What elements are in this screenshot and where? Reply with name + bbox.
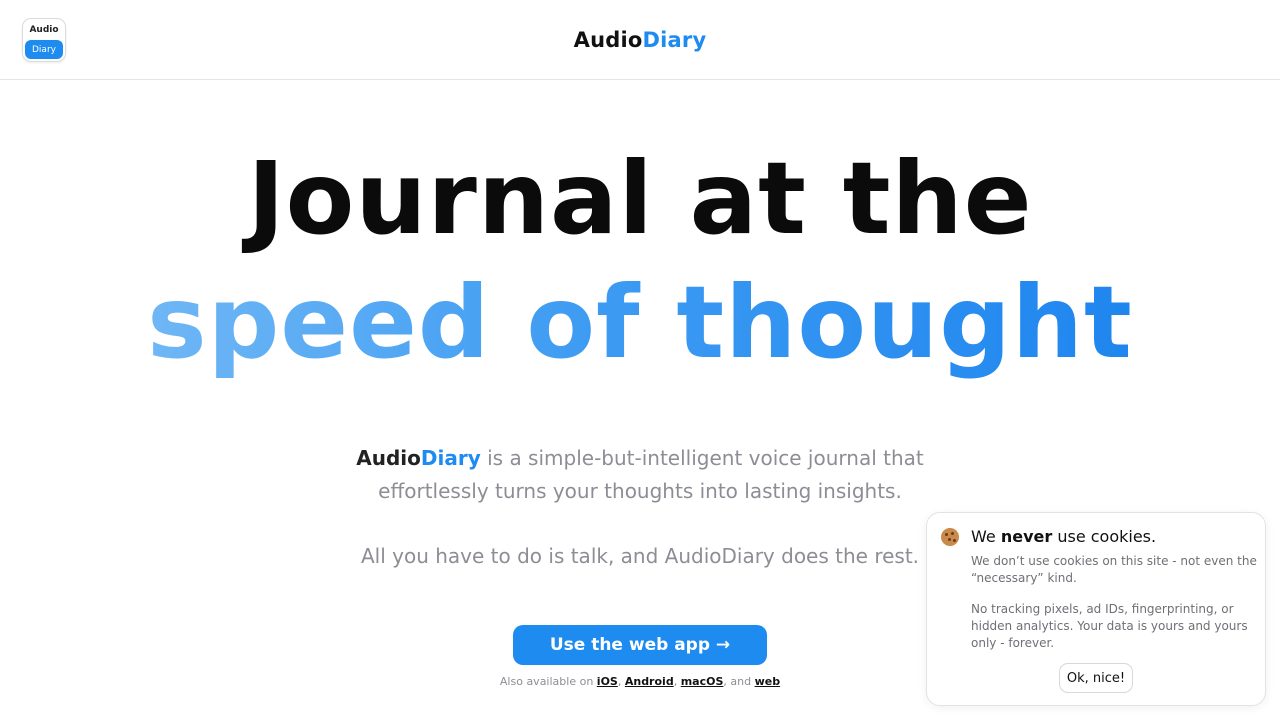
cookie-ok-button[interactable]: Ok, nice!	[1059, 663, 1133, 693]
platforms-prefix: Also available on	[499, 675, 594, 688]
cookie-title-bold: never	[1000, 527, 1053, 546]
brand-audio: Audio	[573, 28, 643, 52]
hero-headline-gradient: speed of thought	[147, 264, 1133, 381]
desc-brand-audio: Audio	[356, 446, 421, 470]
macos-link[interactable]: macOS	[681, 675, 724, 688]
ios-link[interactable]: iOS	[597, 675, 618, 688]
cookie-text-2: No tracking pixels, ad IDs, fingerprinti…	[971, 602, 1248, 650]
hero-headline-line1: Journal at the	[247, 140, 1033, 257]
desc-brand-diary: Diary	[420, 446, 481, 470]
site-header: Audio Diary AudioDiary	[0, 0, 1280, 80]
platforms-and: and	[730, 675, 752, 688]
cookie-text-1: We don’t use cookies on this site - not …	[971, 554, 1257, 585]
cookie-title-pre: We	[971, 527, 996, 546]
hero-headline-line2: speed of thought	[0, 264, 1280, 382]
cookie-title: We never use cookies.	[971, 527, 1156, 546]
web-link[interactable]: web	[755, 675, 781, 688]
cookie-title-post: use cookies.	[1057, 527, 1157, 546]
brand-wordmark[interactable]: AudioDiary	[0, 28, 1280, 52]
android-link[interactable]: Android	[625, 675, 674, 688]
cookie-notice: We never use cookies. We don’t use cooki…	[926, 512, 1266, 706]
cookie-icon	[941, 528, 959, 546]
brand-diary: Diary	[642, 28, 707, 52]
product-description: AudioDiary is a simple-but-intelligent v…	[340, 442, 940, 508]
product-tagline: All you have to do is talk, and AudioDia…	[360, 544, 920, 568]
use-web-app-button[interactable]: Use the web app →	[513, 625, 767, 665]
